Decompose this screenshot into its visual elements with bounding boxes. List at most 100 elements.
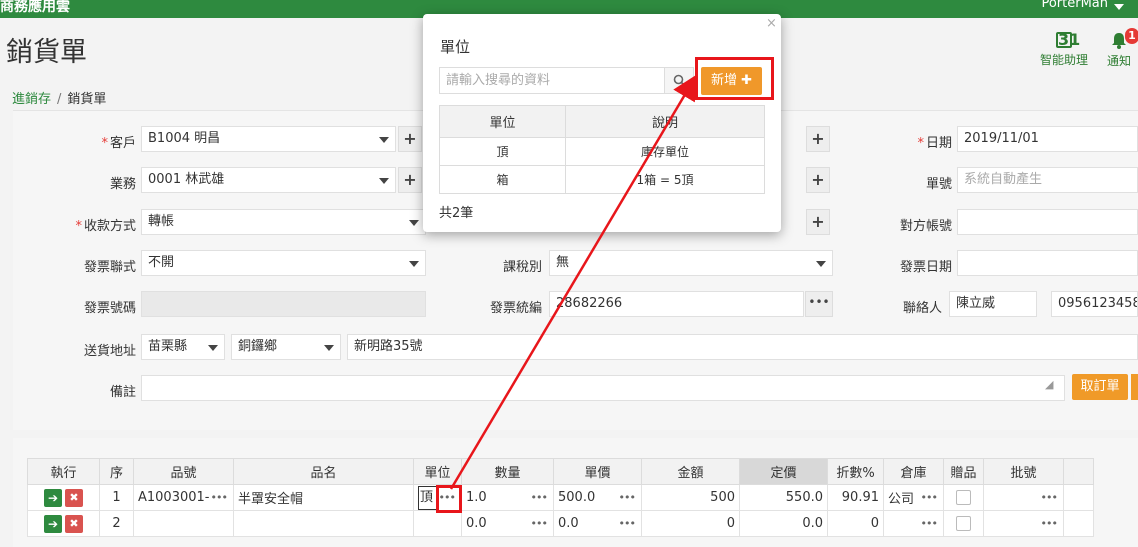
- county-select[interactable]: 苗栗縣: [141, 334, 225, 360]
- tax-label: 課稅別: [502, 260, 542, 275]
- price-cell[interactable]: 500.0 •••: [553, 484, 642, 511]
- price-cell[interactable]: 0.0 •••: [553, 510, 642, 537]
- resize-handle-icon[interactable]: ◢: [1045, 378, 1061, 398]
- item-name-cell[interactable]: 半罩安全帽: [233, 484, 414, 511]
- gift-checkbox[interactable]: [956, 490, 971, 505]
- table-row: ➔ ✖ 2 0.0 ••• 0.0 ••• 0 0.0 0 ••• •••: [27, 510, 1094, 537]
- invoice-type-select[interactable]: 不開: [141, 250, 426, 276]
- item-name-cell[interactable]: [233, 510, 414, 537]
- gift-cell: [943, 484, 984, 511]
- col-header: 品名: [233, 458, 414, 485]
- add-button-mid-3[interactable]: +: [806, 209, 830, 235]
- invoice-type-label: 發票聯式: [83, 260, 136, 275]
- extra-cell: [1063, 484, 1094, 511]
- modal-search-input[interactable]: 請輸入搜尋的資料: [439, 67, 665, 94]
- col-header: 序: [99, 458, 134, 485]
- warehouse-cell[interactable]: •••: [883, 510, 944, 537]
- modal-title: 單位: [440, 38, 471, 56]
- add-button-mid-1[interactable]: +: [806, 126, 830, 152]
- date-field[interactable]: 2019/11/01: [957, 126, 1138, 152]
- more-icon[interactable]: •••: [531, 517, 548, 530]
- fetch-order-button[interactable]: 取訂單: [1072, 374, 1128, 400]
- unit-input[interactable]: 頂: [418, 485, 438, 510]
- contact-label: 聯絡人: [902, 301, 942, 316]
- unit-desc-cell[interactable]: 庫存單位: [565, 137, 765, 166]
- gift-cell: [943, 510, 984, 537]
- unit-name-cell[interactable]: 箱: [439, 165, 566, 194]
- search-icon: [673, 74, 686, 87]
- user-menu[interactable]: PorterMan: [1041, 0, 1108, 11]
- col-header: 金額: [641, 458, 740, 485]
- item-no-cell[interactable]: [133, 510, 234, 537]
- contact-phone-field[interactable]: 0956123458: [1051, 291, 1138, 317]
- item-no-cell[interactable]: A1003001- •••: [133, 484, 234, 511]
- col-header: 數量: [461, 458, 554, 485]
- payment-select[interactable]: 轉帳: [141, 209, 426, 235]
- discount-cell[interactable]: 0: [827, 510, 884, 537]
- col-header: 單價: [553, 458, 642, 485]
- seq-cell: 1: [99, 484, 134, 511]
- list-price-cell: 550.0: [739, 484, 828, 511]
- address-label: 送貨地址: [83, 344, 136, 359]
- gift-checkbox[interactable]: [956, 516, 971, 531]
- chevron-down-icon: [324, 345, 334, 351]
- chevron-down-icon: [409, 261, 419, 267]
- tax-id-lookup-button[interactable]: •••: [805, 291, 833, 317]
- note-field[interactable]: [141, 375, 1065, 401]
- delete-icon[interactable]: ✖: [65, 514, 83, 533]
- account-field[interactable]: [957, 209, 1138, 235]
- arrow-right-icon[interactable]: ➔: [44, 514, 62, 533]
- arrow-right-icon[interactable]: ➔: [44, 488, 62, 507]
- table-row[interactable]: 頂 庫存單位: [439, 137, 765, 166]
- assistant-button[interactable]: 31 智能助理: [1036, 32, 1092, 68]
- qty-cell[interactable]: 1.0 •••: [461, 484, 554, 511]
- delete-icon[interactable]: ✖: [65, 488, 83, 507]
- unit-cell[interactable]: [413, 510, 462, 537]
- street-field[interactable]: 新明路35號: [347, 334, 1138, 360]
- tax-id-label: 發票統編: [489, 301, 542, 316]
- add-sales-button[interactable]: +: [398, 167, 422, 193]
- invoice-no-field[interactable]: [141, 291, 426, 317]
- sales-select[interactable]: 0001 林武雄: [141, 167, 396, 193]
- add-customer-button[interactable]: +: [398, 126, 422, 152]
- more-icon[interactable]: •••: [1041, 491, 1058, 504]
- app-name[interactable]: 商務應用雲: [0, 0, 70, 16]
- amount-cell: 500: [641, 484, 740, 511]
- more-icon[interactable]: •••: [921, 491, 938, 504]
- contact-name-field[interactable]: 陳立威: [949, 291, 1037, 317]
- discount-cell[interactable]: 90.91: [827, 484, 884, 511]
- more-icon[interactable]: •••: [921, 517, 938, 530]
- invoice-date-field[interactable]: [957, 250, 1138, 276]
- more-icon[interactable]: •••: [211, 491, 228, 504]
- items-table: 執行 序 品號 品名 單位 數量 單價 金額 定價 折數% 倉庫 贈品 批號 ➔…: [27, 458, 1094, 537]
- tax-select[interactable]: 無: [549, 250, 833, 276]
- account-label: 對方帳號: [899, 219, 952, 234]
- warehouse-cell[interactable]: 公司 •••: [883, 484, 944, 511]
- chevron-down-icon[interactable]: [1114, 4, 1124, 10]
- more-icon[interactable]: •••: [531, 491, 548, 504]
- page-title: 銷貨單: [6, 37, 87, 68]
- more-icon[interactable]: •••: [1041, 517, 1058, 530]
- table-row[interactable]: 箱 1箱 = 5頂: [439, 165, 765, 194]
- close-icon[interactable]: ×: [766, 16, 777, 31]
- customer-select[interactable]: B1004 明昌: [141, 126, 396, 152]
- unit-name-cell[interactable]: 頂: [439, 137, 566, 166]
- batch-cell[interactable]: •••: [983, 510, 1064, 537]
- breadcrumb-parent[interactable]: 進銷存: [12, 92, 51, 107]
- modal-search-button[interactable]: [664, 67, 694, 94]
- more-icon[interactable]: •••: [619, 517, 636, 530]
- qty-cell[interactable]: 0.0 •••: [461, 510, 554, 537]
- batch-cell[interactable]: •••: [983, 484, 1064, 511]
- row-actions: ➔ ✖: [27, 484, 100, 511]
- unit-desc-cell[interactable]: 1箱 = 5頂: [565, 165, 765, 194]
- township-select[interactable]: 銅鑼鄉: [231, 334, 341, 360]
- more-icon[interactable]: •••: [619, 491, 636, 504]
- add-button-mid-2[interactable]: +: [806, 167, 830, 193]
- col-header: 單位: [413, 458, 462, 485]
- order-no-field[interactable]: 系統自動產生: [957, 167, 1138, 193]
- tax-id-field[interactable]: 28682266: [549, 291, 804, 317]
- breadcrumb-separator: /: [57, 92, 62, 107]
- next-button-edge[interactable]: [1131, 374, 1138, 400]
- notify-label: 通知: [1106, 54, 1131, 68]
- col-header: 批號: [983, 458, 1064, 485]
